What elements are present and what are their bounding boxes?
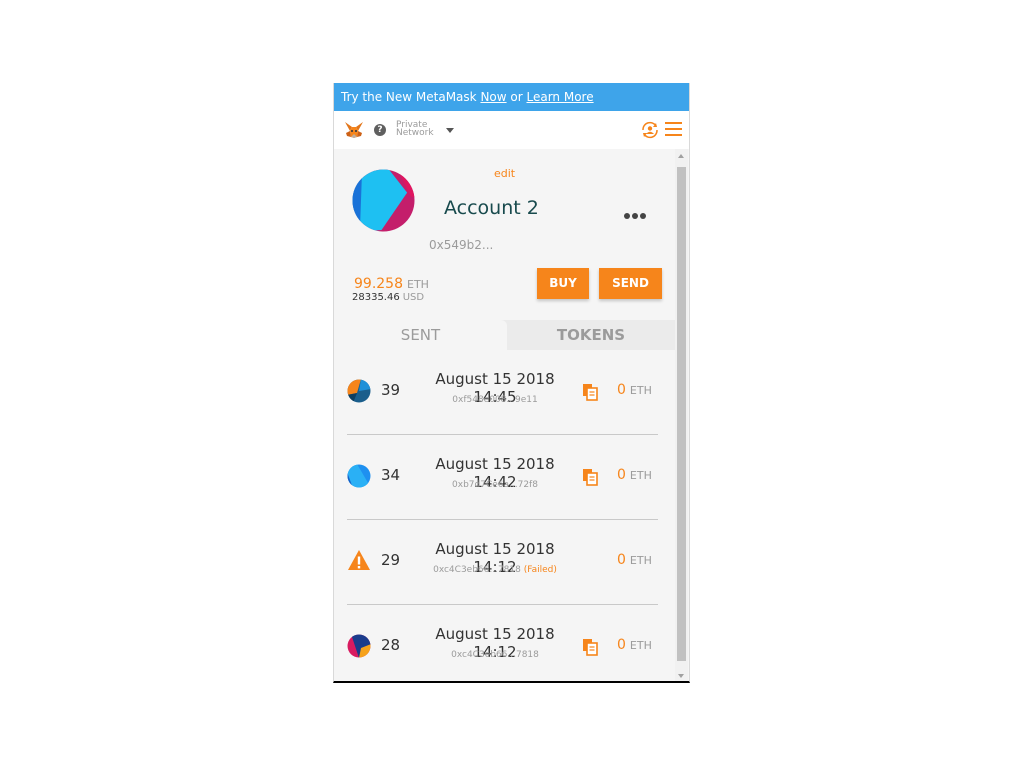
transaction-hash[interactable]: 0xb7d7Ce6a...72f8 <box>412 480 578 490</box>
usd-balance-value: 28335.46 <box>352 292 400 303</box>
transaction-value-unit: ETH <box>629 639 652 652</box>
copy-icon[interactable] <box>581 638 599 656</box>
transaction-identicon <box>347 634 371 658</box>
transaction-nonce: 34 <box>381 466 401 484</box>
transaction-hash[interactable]: 0xc4C3eb66...7818 (Failed) <box>412 565 578 575</box>
dot <box>632 213 638 219</box>
account-name: Account 2 <box>444 197 539 219</box>
network-selector[interactable]: Private Network <box>396 121 434 138</box>
transaction-row[interactable]: 29 August 15 2018 14:12 0xc4C3eb66...781… <box>334 520 675 605</box>
usd-balance: 28335.46 USD <box>352 292 424 303</box>
transaction-failed-status: (Failed) <box>523 565 557 575</box>
hamburger-bar <box>665 122 682 124</box>
transaction-hash-text: 0xc4C3eb66...7818 <box>451 650 539 660</box>
new-metamask-banner: Try the New MetaMask Now or Learn More <box>334 83 689 111</box>
account-identicon <box>352 169 415 232</box>
transaction-value-amount: 0 <box>617 467 626 483</box>
transaction-nonce: 39 <box>381 381 401 399</box>
warning-icon <box>348 550 370 570</box>
network-label-line2: Network <box>396 128 434 138</box>
transaction-value-unit: ETH <box>629 384 652 397</box>
transaction-value: 0 ETH <box>617 382 652 398</box>
transaction-hash-text: 0xc4C3eb66...7818 <box>433 565 521 575</box>
transaction-nonce: 29 <box>381 551 401 569</box>
metamask-fox-icon[interactable] <box>344 120 364 140</box>
transaction-value-amount: 0 <box>617 552 626 568</box>
dot <box>624 213 630 219</box>
metamask-popup: Try the New MetaMask Now or Learn More ?… <box>333 83 690 683</box>
banner-learn-more-link[interactable]: Learn More <box>526 90 593 104</box>
banner-now-link[interactable]: Now <box>480 90 506 104</box>
banner-text: Try the New MetaMask <box>341 90 481 104</box>
transaction-row[interactable]: 28 August 15 2018 14:12 0xc4C3eb66...781… <box>334 605 675 681</box>
eth-balance: 99.258 ETH <box>354 276 429 292</box>
transaction-hash[interactable]: 0xf548e008...9e11 <box>412 395 578 405</box>
eth-balance-value: 99.258 <box>354 276 403 292</box>
edit-account-name-link[interactable]: edit <box>494 167 515 180</box>
tab-sent[interactable]: SENT <box>334 320 507 350</box>
tab-tokens[interactable]: TOKENS <box>507 320 675 350</box>
hamburger-bar <box>665 134 682 136</box>
transaction-row[interactable]: 39 August 15 2018 14:45 0xf548e008...9e1… <box>334 350 675 435</box>
transaction-row[interactable]: 34 August 15 2018 14:42 0xb7d7Ce6a...72f… <box>334 435 675 520</box>
scrollbar-thumb[interactable] <box>677 167 686 661</box>
scroll-down-arrow-icon[interactable] <box>678 674 684 678</box>
copy-icon[interactable] <box>581 468 599 486</box>
eth-balance-unit: ETH <box>407 278 429 291</box>
send-button[interactable]: SEND <box>599 268 662 299</box>
scroll-up-arrow-icon[interactable] <box>678 154 684 158</box>
help-icon[interactable]: ? <box>374 124 386 136</box>
transaction-value: 0 ETH <box>617 467 652 483</box>
chevron-down-icon[interactable] <box>446 128 454 133</box>
buy-button[interactable]: BUY <box>537 268 589 299</box>
copy-icon[interactable] <box>581 383 599 401</box>
account-switch-icon[interactable] <box>640 120 660 140</box>
transaction-identicon <box>347 379 371 403</box>
scrollbar[interactable] <box>675 149 688 681</box>
transaction-value-unit: ETH <box>629 469 652 482</box>
transaction-nonce: 28 <box>381 636 401 654</box>
app-header: ? Private Network <box>334 111 689 149</box>
transaction-identicon <box>347 464 371 488</box>
transaction-value-unit: ETH <box>629 554 652 567</box>
dot <box>640 213 646 219</box>
more-options-icon[interactable] <box>624 204 648 219</box>
tab-bar: SENT TOKENS <box>334 320 675 350</box>
hamburger-bar <box>665 128 682 130</box>
transaction-value: 0 ETH <box>617 552 652 568</box>
transaction-hash-text: 0xf548e008...9e11 <box>452 395 538 405</box>
hamburger-menu-icon[interactable] <box>665 122 682 136</box>
banner-or-text: or <box>506 90 527 104</box>
transaction-hash[interactable]: 0xc4C3eb66...7818 <box>412 650 578 660</box>
transaction-value-amount: 0 <box>617 637 626 653</box>
transaction-value-amount: 0 <box>617 382 626 398</box>
account-address[interactable]: 0x549b2... <box>429 238 493 252</box>
usd-balance-unit: USD <box>402 292 425 303</box>
transaction-hash-text: 0xb7d7Ce6a...72f8 <box>452 480 538 490</box>
transaction-value: 0 ETH <box>617 637 652 653</box>
